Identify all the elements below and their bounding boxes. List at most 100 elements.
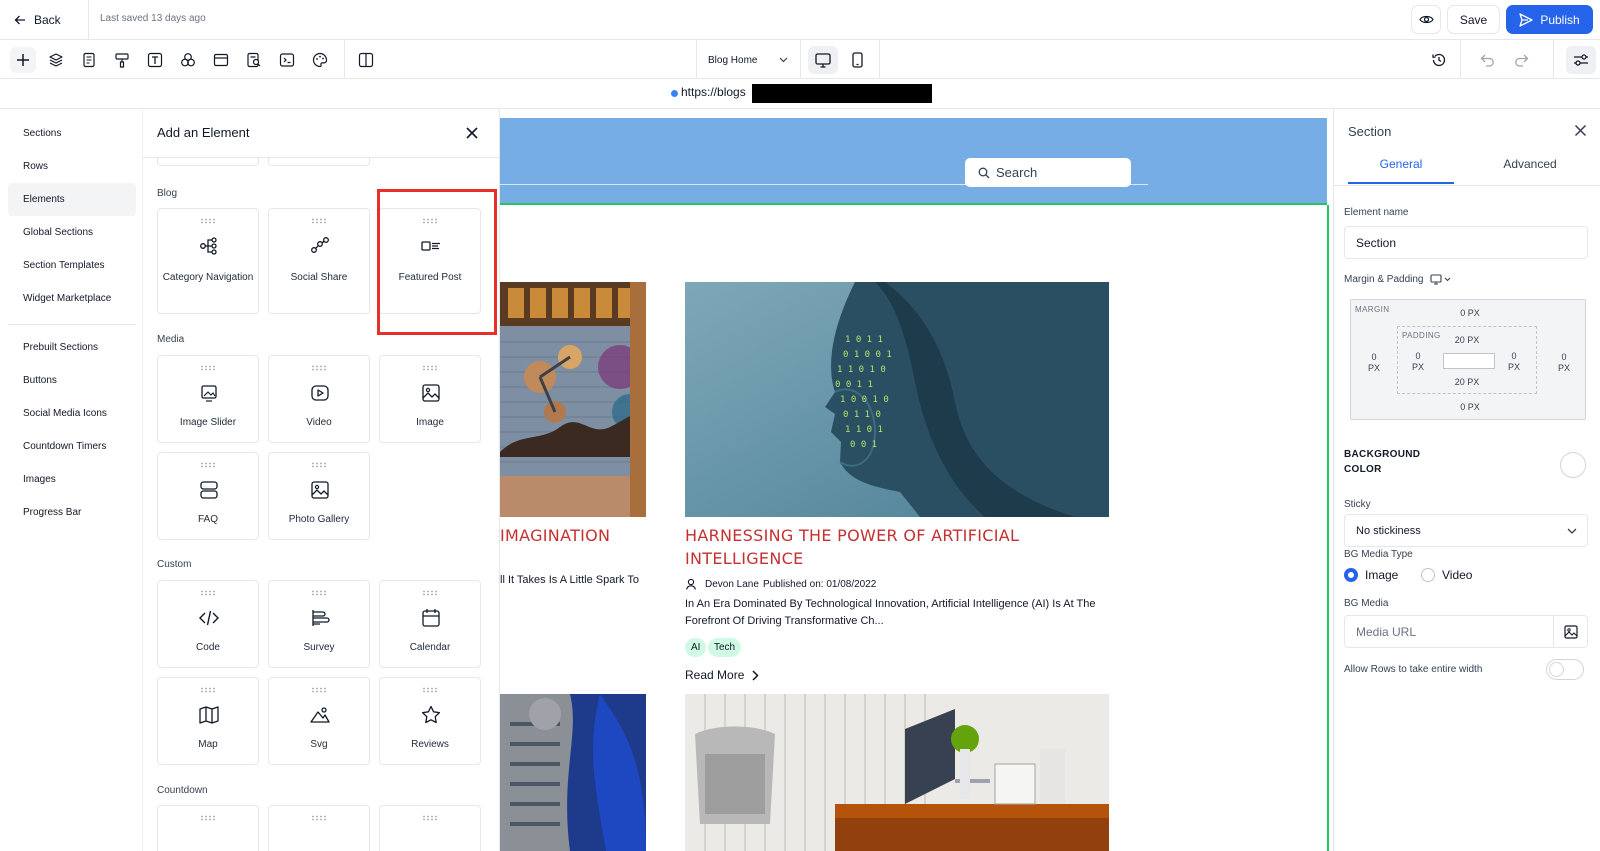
radio-image[interactable]: Image	[1344, 568, 1398, 582]
element-tile-reviews[interactable]: Reviews	[379, 677, 481, 765]
publish-button[interactable]: Publish	[1506, 5, 1593, 34]
background-color-label: BACKGROUND COLOR	[1344, 449, 1421, 475]
tab-advanced[interactable]: Advanced	[1477, 157, 1583, 184]
category-prebuilt-sections[interactable]: Prebuilt Sections	[8, 331, 136, 364]
post-tag[interactable]: AI	[685, 638, 707, 657]
post-image-ai-face[interactable]: 1 0 1 1 0 1 0 0 1 1 1 0 1 0 0 0 1 1 1 0 …	[685, 282, 1109, 517]
padding-top-value[interactable]: 20 PX	[1448, 335, 1486, 346]
element-name-input[interactable]: Section	[1344, 226, 1588, 259]
split-view-tool[interactable]	[353, 47, 379, 73]
history-button[interactable]	[1426, 47, 1452, 73]
category-section-templates[interactable]: Section Templates	[8, 249, 136, 282]
mobile-view-button[interactable]	[844, 46, 870, 74]
element-tile-survey[interactable]: Survey	[268, 580, 370, 668]
padding-left-value[interactable]: 0 PX	[1403, 351, 1433, 373]
category-rows[interactable]: Rows	[8, 150, 136, 183]
category-countdown-timers[interactable]: Countdown Timers	[8, 430, 136, 463]
sticky-select[interactable]: No stickiness	[1344, 514, 1588, 547]
theme-tool[interactable]	[307, 47, 333, 73]
post-title[interactable]: HARNESSING THE POWER OF ARTIFICIAL INTEL…	[685, 524, 1085, 570]
custom-code-tool[interactable]	[274, 47, 300, 73]
post-image-graffiti[interactable]	[500, 282, 646, 517]
close-icon[interactable]	[465, 126, 479, 140]
post-tag[interactable]: Tech	[708, 638, 742, 657]
tile-label: Photo Gallery	[288, 514, 350, 525]
padding-box: PADDING 20 PX 0 PX 0 PX 20 PX	[1397, 326, 1537, 394]
element-tile-faq[interactable]: FAQ	[157, 452, 259, 540]
element-tile-map[interactable]: Map	[157, 677, 259, 765]
element-tile-photo-gallery[interactable]: Photo Gallery	[268, 452, 370, 540]
category-sections[interactable]: Sections	[8, 117, 136, 150]
media-picker-button[interactable]	[1554, 615, 1588, 648]
padding-bottom-value[interactable]: 20 PX	[1448, 377, 1486, 388]
category-elements[interactable]: Elements	[8, 183, 136, 216]
divider	[879, 40, 880, 79]
page-select[interactable]: Blog Home	[708, 50, 788, 70]
svg-text:1 1 0 1 0: 1 1 0 1 0	[837, 365, 886, 375]
element-tile-calendar[interactable]: Calendar	[379, 580, 481, 668]
seo-tool[interactable]	[241, 47, 267, 73]
pages-tool[interactable]	[76, 47, 102, 73]
margin-left-value[interactable]: 0 PX	[1359, 352, 1389, 374]
category-global-sections[interactable]: Global Sections	[8, 216, 136, 249]
text-tool[interactable]	[142, 47, 168, 73]
category-images[interactable]: Images	[8, 463, 136, 496]
element-tile-image[interactable]: Image	[379, 355, 481, 443]
element-tile-countdown[interactable]	[268, 805, 370, 851]
background-color-swatch[interactable]	[1560, 452, 1586, 478]
post-image-robot[interactable]	[500, 694, 646, 851]
element-tile-countdown[interactable]	[379, 805, 481, 851]
page-url[interactable]: https://blogs	[681, 85, 746, 99]
page-canvas[interactable]: Search IMAGINATION ll It Takes Is A Litt…	[500, 110, 1333, 851]
drag-handle-icon	[312, 365, 326, 371]
undo-button[interactable]	[1474, 47, 1500, 73]
margin-right-value[interactable]: 0 PX	[1549, 352, 1579, 374]
layout-tool[interactable]	[208, 47, 234, 73]
chevron-down-icon[interactable]	[1444, 277, 1451, 282]
entire-width-toggle[interactable]	[1546, 659, 1584, 680]
monitor-icon[interactable]	[1429, 274, 1442, 285]
margin-bottom-value[interactable]: 0 PX	[1455, 402, 1485, 413]
drag-handle-icon	[201, 462, 215, 468]
back-button[interactable]: Back	[14, 10, 61, 30]
chevron-right-icon	[752, 669, 759, 681]
read-more-link[interactable]: Read More	[685, 668, 759, 682]
drag-handle-icon	[312, 687, 326, 693]
add-element-tool[interactable]	[10, 47, 36, 73]
blog-header-section[interactable]: Search	[500, 118, 1327, 205]
category-progress-bar[interactable]: Progress Bar	[8, 496, 136, 529]
element-tile-social-share[interactable]: Social Share	[268, 208, 370, 314]
tile-label: Svg	[310, 739, 328, 750]
category-buttons[interactable]: Buttons	[8, 364, 136, 397]
element-tile-countdown[interactable]	[157, 805, 259, 851]
margin-top-value[interactable]: 0 PX	[1455, 308, 1485, 319]
element-tile-video[interactable]: Video	[268, 355, 370, 443]
padding-right-value[interactable]: 0 PX	[1499, 351, 1529, 373]
eye-icon	[1418, 15, 1434, 24]
post-title-partial[interactable]: IMAGINATION	[500, 524, 610, 547]
preview-button[interactable]	[1411, 5, 1441, 34]
element-tile-code[interactable]: Code	[157, 580, 259, 668]
status-dot	[671, 90, 678, 97]
styles-tool[interactable]	[109, 47, 135, 73]
category-social-media-icons[interactable]: Social Media Icons	[8, 397, 136, 430]
element-tile-svg[interactable]: Svg	[268, 677, 370, 765]
element-tile-image-slider[interactable]: Image Slider	[157, 355, 259, 443]
save-button[interactable]: Save	[1447, 5, 1500, 34]
split-view-icon	[358, 52, 374, 68]
layers-tool[interactable]	[43, 47, 69, 73]
media-url-input[interactable]: Media URL	[1344, 615, 1554, 648]
desktop-view-button[interactable]	[808, 46, 838, 74]
settings-panel-toggle[interactable]	[1566, 46, 1596, 74]
blog-search-box[interactable]: Search	[965, 158, 1131, 187]
drag-handle-icon	[312, 218, 326, 224]
photo-gallery-icon	[311, 481, 329, 499]
elements-tool[interactable]	[175, 47, 201, 73]
close-icon[interactable]	[1574, 124, 1587, 137]
post-image-desk[interactable]	[685, 694, 1109, 851]
tab-general[interactable]: General	[1348, 157, 1454, 184]
redo-button[interactable]	[1508, 47, 1534, 73]
element-tile-category-navigation[interactable]: Category Navigation	[157, 208, 259, 314]
radio-video[interactable]: Video	[1421, 568, 1472, 582]
category-widget-marketplace[interactable]: Widget Marketplace	[8, 282, 136, 315]
